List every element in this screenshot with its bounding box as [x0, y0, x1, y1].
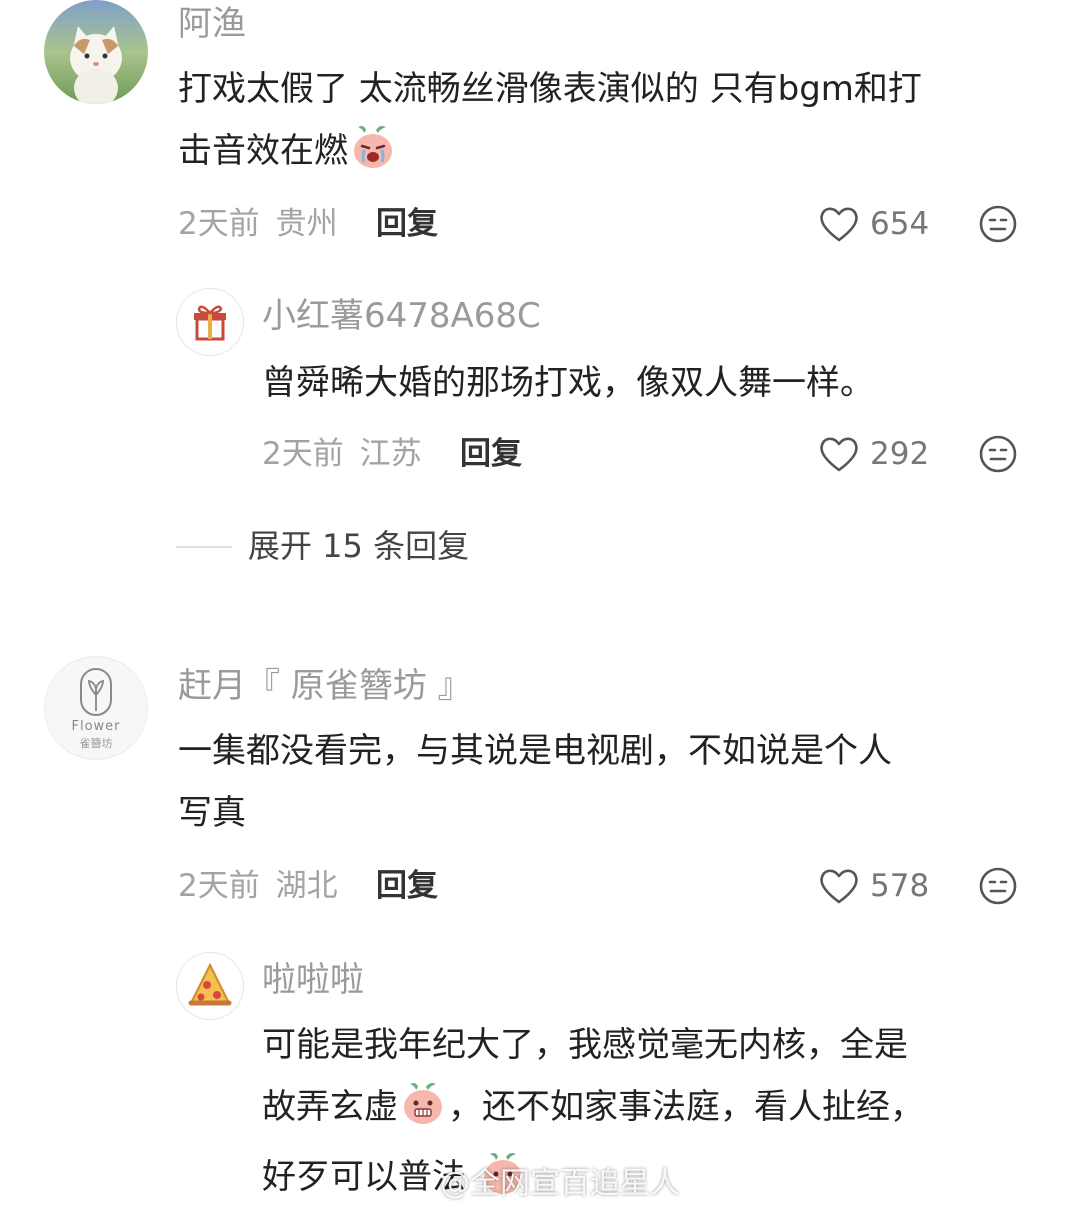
like-count: 292 — [870, 436, 930, 472]
dislike-face-icon[interactable] — [978, 866, 1018, 906]
comment-time: 2天前 — [178, 868, 260, 904]
comment-text: 打戏太假了 太流畅丝滑像表演似的 只有bgm和打 击音效在燃 — [178, 58, 1048, 190]
reply-text-segment: 好歹可以普法 — [262, 1157, 466, 1197]
avatar[interactable] — [176, 952, 244, 1020]
pizza-icon — [188, 962, 232, 1006]
reply-location: 江苏 — [359, 436, 422, 472]
avatar-brand-subtext: 雀簪坊 — [79, 737, 113, 750]
comment-meta: 2天前 湖北 — [178, 866, 338, 906]
heart-icon[interactable] — [818, 204, 860, 244]
like-count: 654 — [870, 206, 930, 242]
dislike-face-icon[interactable] — [978, 434, 1018, 474]
cat-avatar-icon — [44, 0, 148, 104]
like-count: 578 — [870, 868, 930, 904]
reply-username[interactable]: 小红薯6478A68C — [262, 296, 541, 336]
reply-text: 曾舜晞大婚的那场打戏，像双人舞一样。 — [262, 363, 874, 403]
reply-button[interactable]: 回复 — [376, 866, 438, 906]
comment-text-line: 写真 — [178, 793, 246, 833]
avatar[interactable] — [176, 288, 244, 356]
crying-emoji-icon — [350, 124, 396, 190]
comment-username[interactable]: 阿渔 — [178, 4, 246, 44]
comment-meta: 2天前 贵州 — [178, 204, 338, 244]
reply-time: 2天前 — [262, 436, 344, 472]
reply-text-segment: ，还不如家事法庭，看人扯经， — [448, 1087, 924, 1127]
comment-text-segment: 击音效在燃 — [178, 131, 348, 171]
comment-time: 2天前 — [178, 206, 260, 242]
comment-text-line: 击音效在燃 — [178, 120, 1048, 190]
comment-location: 湖北 — [275, 868, 338, 904]
reply-text-line: 可能是我年纪大了，我感觉毫无内核，全是 — [262, 1025, 908, 1065]
avatar[interactable] — [44, 0, 148, 104]
expand-divider — [176, 546, 232, 548]
avatar[interactable]: Flower 雀簪坊 — [44, 656, 148, 760]
reply-text-segment: 故弄玄虚 — [262, 1087, 398, 1127]
comment-username[interactable]: 赶月『 原雀簪坊 』 — [178, 666, 472, 706]
heart-icon[interactable] — [818, 866, 860, 906]
reply-button[interactable]: 回复 — [376, 204, 438, 244]
expand-replies-button[interactable]: 展开 15 条回复 — [248, 526, 469, 566]
gift-icon — [194, 305, 226, 341]
reply-username[interactable]: 啦啦啦 — [262, 960, 364, 1000]
comment-text: 一集都没看完，与其说是电视剧，不如说是个人 写真 — [178, 720, 1048, 844]
reply-meta: 2天前 江苏 — [262, 434, 422, 474]
comment-location: 贵州 — [275, 206, 338, 242]
reply-text-line: 故弄玄虚 ，还不如家事法庭，看人扯经， — [262, 1076, 1052, 1146]
heart-icon[interactable] — [818, 434, 860, 474]
dislike-face-icon[interactable] — [978, 204, 1018, 244]
comment-text-line: 打戏太假了 太流畅丝滑像表演似的 只有bgm和打 — [178, 69, 922, 109]
reply-button[interactable]: 回复 — [460, 434, 522, 474]
watermark-text: @全网宣百追星人 — [440, 1166, 680, 1201]
comment-text-line: 一集都没看完，与其说是电视剧，不如说是个人 — [178, 731, 892, 771]
grimace-emoji-icon — [400, 1080, 446, 1146]
avatar-brand-text: Flower — [71, 719, 121, 734]
